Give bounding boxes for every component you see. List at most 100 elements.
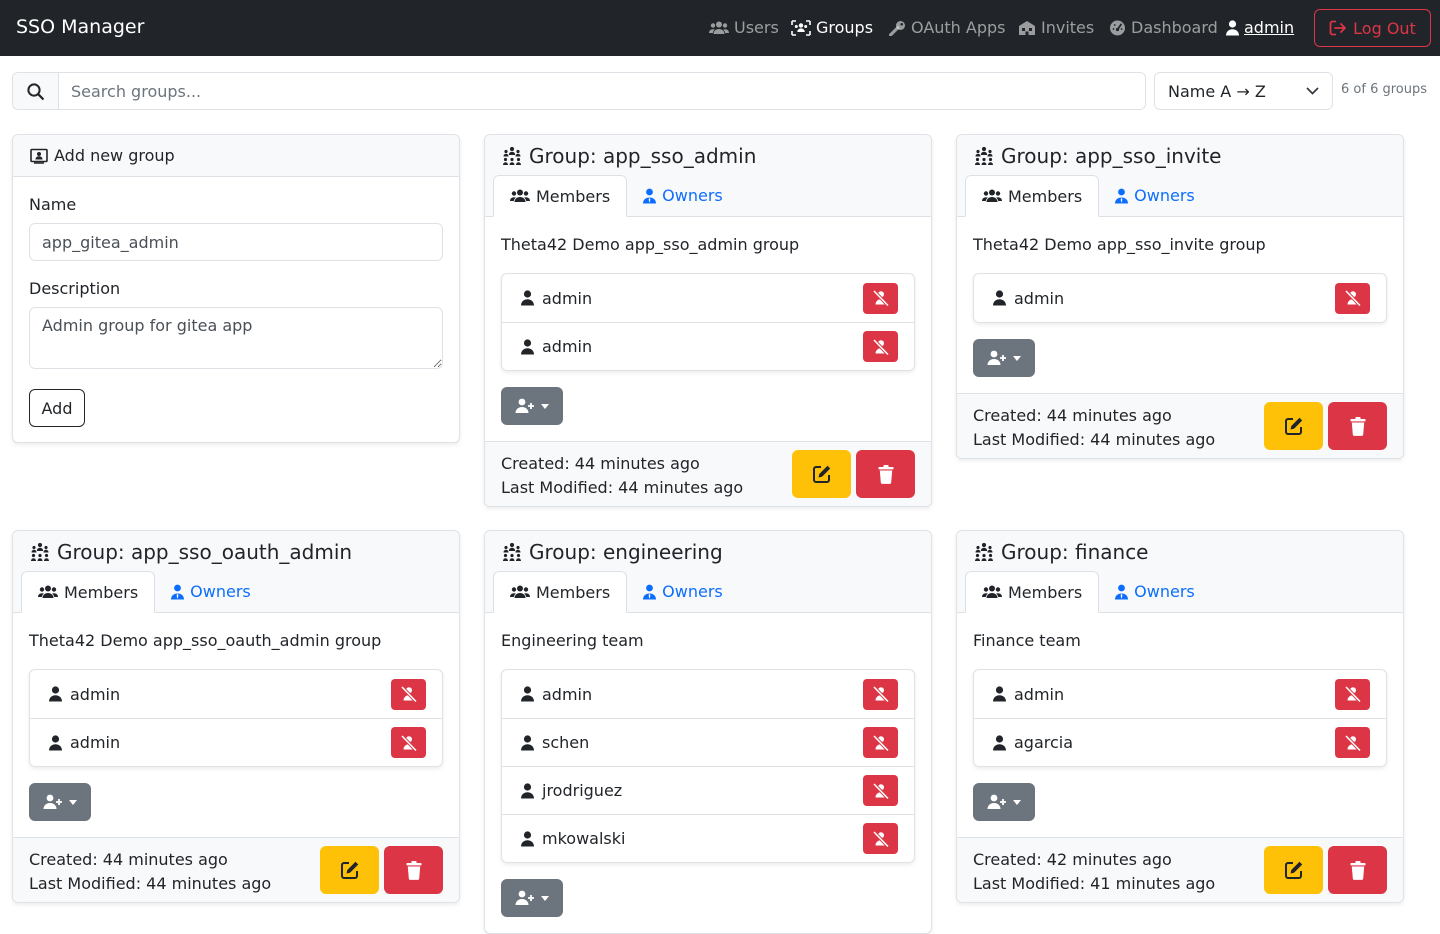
add-member-button[interactable] [973, 783, 1035, 821]
member-row: schen [502, 718, 914, 766]
trash-icon [406, 860, 422, 880]
tab-owners[interactable]: Owners [1099, 175, 1211, 216]
edit-icon [1284, 860, 1304, 880]
delete-button[interactable] [856, 450, 915, 498]
group-icon [974, 542, 994, 562]
user-icon [49, 734, 62, 751]
search-addon[interactable] [13, 73, 59, 109]
edit-icon [1284, 416, 1304, 436]
tab-owners[interactable]: Owners [627, 571, 739, 612]
tab-owners[interactable]: Owners [627, 175, 739, 216]
member-name-wrap: mkowalski [521, 829, 625, 848]
footer-buttons [320, 846, 443, 894]
logout-button[interactable]: Log Out [1314, 9, 1431, 47]
group-tabs: Members Owners [957, 571, 1403, 613]
remove-member-button[interactable] [391, 678, 426, 710]
nav-user-label: admin [1244, 18, 1295, 37]
remove-member-button[interactable] [863, 775, 898, 806]
user-tie-icon [171, 584, 185, 600]
group-card-footer: Created: 44 minutes ago Last Modified: 4… [485, 441, 931, 506]
group-icon [30, 542, 50, 562]
add-member-button[interactable] [501, 387, 563, 425]
nav-users-label: Users [734, 18, 779, 37]
user-icon [993, 734, 1006, 751]
nav-users[interactable]: Users [709, 17, 779, 39]
edit-icon [340, 860, 360, 880]
remove-member-button[interactable] [863, 331, 898, 362]
nav-dashboard[interactable]: Dashboard [1109, 17, 1218, 39]
member-name-wrap: admin [993, 289, 1064, 308]
tab-members[interactable]: Members [965, 175, 1100, 217]
tab-members[interactable]: Members [493, 571, 628, 613]
group-title-row: Group: engineering [485, 531, 931, 571]
delete-button[interactable] [384, 846, 443, 894]
user-slash-icon [872, 830, 890, 847]
user-tie-icon [643, 188, 657, 204]
member-name-wrap: admin [49, 685, 120, 704]
group-title: Group: engineering [529, 540, 723, 564]
edit-button[interactable] [320, 846, 379, 894]
nav-groups-label: Groups [816, 18, 874, 37]
add-group-button[interactable]: Add [29, 389, 85, 427]
add-member-button[interactable] [29, 783, 91, 821]
edit-button[interactable] [1264, 402, 1323, 450]
tab-members[interactable]: Members [21, 571, 156, 613]
remove-member-button[interactable] [1335, 678, 1370, 710]
remove-member-button[interactable] [1335, 727, 1370, 758]
add-group-form: Name Description Admin group for gitea a… [13, 177, 459, 442]
remove-member-button[interactable] [863, 282, 898, 314]
nav-groups[interactable]: Groups [791, 17, 873, 39]
remove-member-button[interactable] [1335, 282, 1370, 314]
building-icon [1018, 20, 1036, 36]
nav-oauth-apps[interactable]: OAuth Apps [889, 17, 1006, 39]
add-member-button[interactable] [973, 339, 1035, 377]
add-member-button[interactable] [501, 879, 563, 917]
group-icon [502, 146, 522, 166]
member-name: admin [70, 733, 121, 752]
group-card-footer: Created: 44 minutes ago Last Modified: 4… [13, 837, 459, 902]
group-description: Finance team [973, 631, 1081, 650]
edit-button[interactable] [1264, 846, 1323, 894]
tab-owners[interactable]: Owners [155, 571, 267, 612]
group-card: Group: finance Members Owners Finance te… [956, 530, 1404, 903]
user-slash-icon [872, 686, 890, 702]
app-title[interactable]: SSO Manager [16, 15, 144, 39]
user-icon [521, 338, 534, 355]
member-row: jrodriguez [502, 766, 914, 814]
user-plus-icon [515, 890, 535, 906]
group-tabs: Members Owners [957, 175, 1403, 217]
group-description-field[interactable]: Admin group for gitea app [29, 307, 443, 369]
search-input[interactable] [59, 73, 1145, 109]
caret-down-icon [541, 403, 549, 409]
group-card: Group: app_sso_invite Members Owners The… [956, 134, 1404, 459]
tab-owners[interactable]: Owners [1099, 571, 1211, 612]
user-icon [521, 734, 534, 751]
remove-member-button[interactable] [391, 727, 426, 758]
group-card-body: Theta42 Demo app_sso_oauth_admin group a… [13, 613, 459, 837]
edit-button[interactable] [792, 450, 851, 498]
member-name-wrap: admin [521, 289, 592, 308]
tab-members[interactable]: Members [965, 571, 1100, 613]
group-count: 6 of 6 groups [1341, 82, 1427, 97]
members-icon [982, 584, 1002, 600]
edit-icon [812, 464, 832, 484]
group-title: Group: app_sso_oauth_admin [57, 540, 353, 564]
delete-button[interactable] [1328, 402, 1387, 450]
remove-member-button[interactable] [863, 823, 898, 854]
tab-members[interactable]: Members [493, 175, 628, 217]
member-row: admin [30, 718, 442, 766]
group-name-field[interactable] [29, 223, 443, 261]
group-description: Engineering team [501, 631, 644, 650]
user-slash-icon [1344, 290, 1362, 306]
footer-buttons [792, 450, 915, 498]
delete-button[interactable] [1328, 846, 1387, 894]
sort-select[interactable]: Name A → Z [1154, 72, 1333, 110]
member-name-wrap: schen [521, 733, 589, 752]
nav-user[interactable]: admin [1226, 17, 1294, 39]
remove-member-button[interactable] [863, 678, 898, 710]
chevron-down-icon [1306, 87, 1319, 95]
nav-invites[interactable]: Invites [1018, 17, 1094, 39]
user-slash-icon [1344, 686, 1362, 702]
user-plus-icon [43, 794, 63, 810]
remove-member-button[interactable] [863, 727, 898, 758]
